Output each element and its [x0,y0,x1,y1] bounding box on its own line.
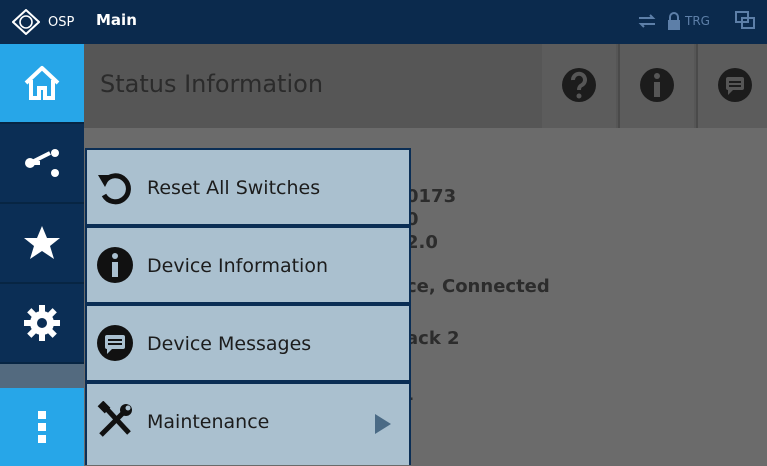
gear-icon [24,305,60,341]
tools-icon [97,401,132,437]
status-value: ack 2 [406,328,460,349]
message-icon [97,325,133,361]
page-header: Status Information [84,44,767,128]
message-icon [718,68,752,102]
help-button[interactable] [542,44,616,128]
sidebar-item-connections[interactable] [0,124,84,202]
rs-logo-icon [12,9,40,35]
sidebar-spacer [0,364,84,388]
sidebar-item-settings[interactable] [0,284,84,362]
menu-item-maintenance[interactable]: Maintenance [87,384,409,465]
brand-text: OSP [48,15,75,30]
trigger-label: TRG [685,14,710,28]
menu-item-label: Reset All Switches [147,177,321,199]
reset-icon [98,173,131,205]
top-bar: OSP Main TRG [0,0,767,44]
menu-item-device-information[interactable]: Device Information [87,228,409,302]
status-value: 0173 [406,186,457,207]
star-icon [24,226,60,259]
info-icon [640,68,674,102]
menu-item-device-messages[interactable]: Device Messages [87,306,409,380]
info-button[interactable] [620,44,694,128]
home-icon [24,66,60,100]
page-title: Status Information [100,70,324,98]
menu-item-label: Maintenance [147,411,270,433]
menu-item-reset-all-switches[interactable]: Reset All Switches [87,150,409,224]
sidebar-item-home[interactable] [0,44,84,122]
vertical-dots-icon [38,411,46,443]
window-title: Main [96,11,137,29]
popup-menu: Reset All Switches Device Information De… [85,148,411,465]
lock-icon [668,12,680,30]
question-icon [562,68,596,102]
sidebar-item-favorites[interactable] [0,204,84,282]
switch-connection-icon [25,149,59,177]
swap-arrows-icon[interactable] [636,10,658,32]
menu-item-label: Device Messages [147,333,312,355]
menu-item-label: Device Information [147,255,329,277]
window-switch-icon[interactable] [733,10,757,32]
sidebar [0,44,84,466]
messages-button[interactable] [698,44,767,128]
brand-logo: OSP [12,9,82,35]
submenu-arrow-icon [375,414,391,434]
info-icon [97,247,133,283]
status-value: ce, Connected [406,276,550,297]
sidebar-item-more[interactable] [0,388,84,466]
